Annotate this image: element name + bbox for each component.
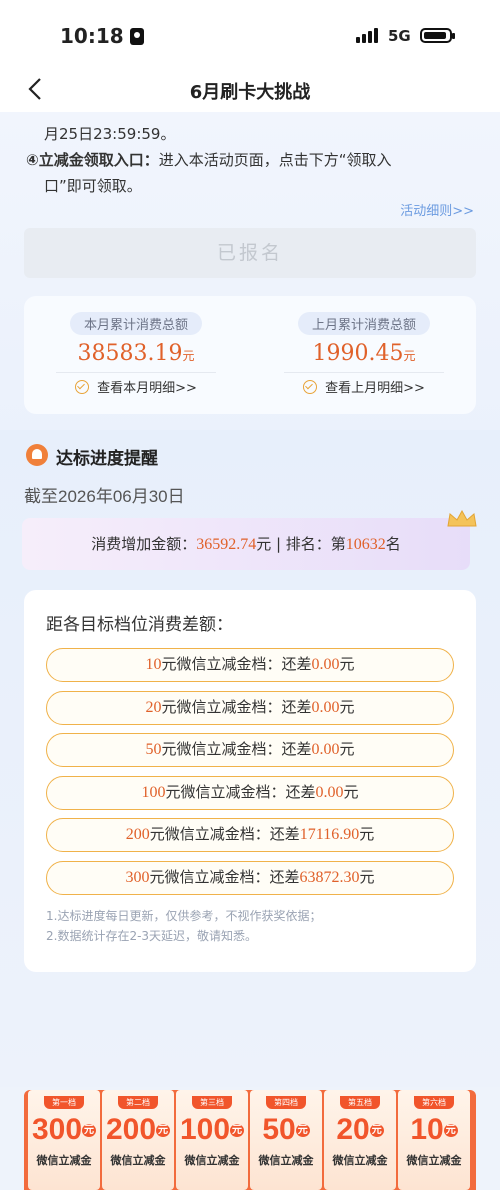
- rule-body: 进入本活动页面，点击下方“领取入: [158, 151, 392, 169]
- tier-item: 200元微信立减金档：还差17116.90元: [46, 818, 454, 852]
- target-title: 距各目标档位消费差额：: [46, 615, 233, 635]
- last-month-amount: 1990.45元: [312, 341, 416, 366]
- coupon-tier-5[interactable]: 第五档 20 元微信立减金: [324, 1090, 396, 1190]
- battery-icon: [420, 28, 455, 43]
- status-time: 10:18: [60, 24, 144, 48]
- progress-summary: 消费增加金额：36592.74元 | 排名：第10632名: [22, 518, 470, 570]
- this-month-amount: 38583.19元: [77, 341, 195, 366]
- bell-icon: [26, 444, 48, 466]
- main-content: 月25日23:59:59。 ④立减金领取入口：进入本活动页面，点击下方“领取入 …: [0, 112, 500, 1190]
- signed-up-button[interactable]: 已报名: [24, 228, 476, 278]
- note-1: 1.达标进度每日更新，仅供参考，不视作获奖依据；: [46, 909, 322, 923]
- coupon-tier-1[interactable]: 第一档 300 元微信立减金: [28, 1090, 100, 1190]
- as-of-date: 截至2026年06月30日: [24, 487, 185, 506]
- nav-bar: 6月刷卡大挑战: [0, 70, 500, 112]
- rule-text-line-2: ④立减金领取入口：进入本活动页面，点击下方“领取入: [26, 146, 486, 174]
- last-month-spend: 上月累计消费总额 1990.45元 查看上月明细>>: [264, 312, 464, 396]
- rank-value: 10632: [345, 536, 386, 553]
- check-circle-icon: [75, 380, 90, 394]
- note-2: 2.数据统计存在2-3天延迟，敬请知悉。: [46, 929, 258, 943]
- activity-rules-link[interactable]: 活动细则>>: [400, 200, 474, 219]
- coupon-tier-3[interactable]: 第三档 100 元微信立减金: [176, 1090, 248, 1190]
- rule-text-line-1: 月25日23:59:59。: [44, 125, 176, 143]
- last-month-label: 上月累计消费总额: [297, 312, 430, 335]
- tier-item: 10元微信立减金档：还差0.00元: [46, 648, 454, 682]
- network-type: 5G: [388, 27, 411, 45]
- crown-icon: [447, 510, 477, 527]
- status-bar: 10:18 5G: [0, 0, 500, 70]
- this-month-spend: 本月累计消费总额 38583.19元 查看本月明细>>: [36, 312, 236, 396]
- coupon-tier-4[interactable]: 第四档 50 元微信立减金: [250, 1090, 322, 1190]
- target-gap-card: 距各目标档位消费差额： 10元微信立减金档：还差0.00元 20元微信立减金档：…: [24, 590, 476, 972]
- rule-text-line-3: 口”即可领取。: [44, 177, 142, 195]
- increase-amount: 36592.74: [196, 536, 257, 553]
- page-title: 6月刷卡大挑战: [189, 82, 311, 103]
- focus-mode-icon: [129, 28, 144, 45]
- tier-item: 50元微信立减金档：还差0.00元: [46, 733, 454, 767]
- tier-item: 20元微信立减金档：还差0.00元: [46, 690, 454, 725]
- coupon-tier-2[interactable]: 第二档 200 元微信立减金: [102, 1090, 174, 1190]
- coupon-tier-6[interactable]: 第六档 10 元微信立减金: [398, 1090, 470, 1190]
- divider: [284, 372, 444, 373]
- cellular-signal-icon: [356, 28, 380, 47]
- tier-item: 300元微信立减金档：还差63872.30元: [46, 860, 454, 895]
- notes: 1.达标进度每日更新，仅供参考，不视作获奖依据； 2.数据统计存在2-3天延迟，…: [46, 906, 321, 946]
- this-month-detail-link[interactable]: 查看本月明细>>: [36, 377, 236, 396]
- tier-item: 100元微信立减金档：还差0.00元: [46, 775, 454, 810]
- last-month-detail-link[interactable]: 查看上月明细>>: [264, 377, 464, 396]
- progress-section: 达标进度提醒 截至2026年06月30日 消费增加金额：36592.74元 | …: [0, 430, 500, 1190]
- coupon-banner: 第一档 300 元微信立减金 第二档 200 元微信立减金 第三档 100 元微信立减金 第…: [24, 1090, 476, 1190]
- section-title: 达标进度提醒: [56, 449, 158, 469]
- divider: [56, 372, 216, 373]
- this-month-label: 本月累计消费总额: [69, 312, 202, 335]
- rule-heading: ④立减金领取入口：: [26, 151, 159, 169]
- tier-list: 10元微信立减金档：还差0.00元 20元微信立减金档：还差0.00元 50元微…: [46, 648, 454, 903]
- spend-summary-card: 本月累计消费总额 38583.19元 查看本月明细>> 上月累计消费总额 199…: [24, 296, 476, 414]
- check-circle-icon: [303, 380, 318, 394]
